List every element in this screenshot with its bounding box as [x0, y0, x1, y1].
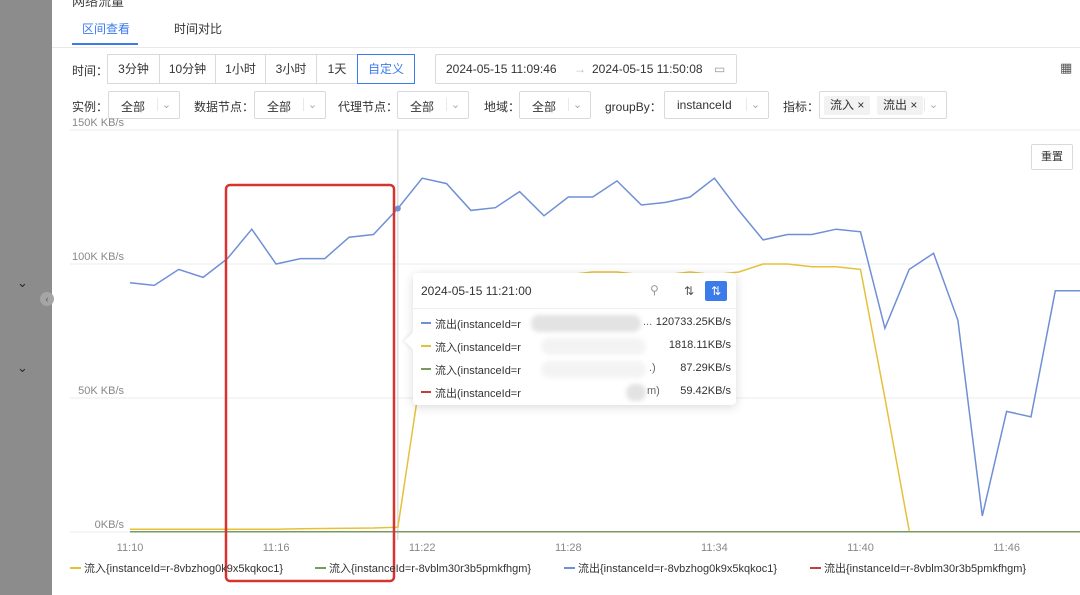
legend-swatch [564, 567, 575, 570]
redaction-blur [541, 361, 646, 378]
x-tick-label: 11:46 [993, 542, 1020, 554]
x-tick-label: 11:22 [409, 542, 436, 554]
tooltip-time: 2024-05-15 11:21:00 [421, 284, 532, 298]
y-tick-label: 150K KB/s [72, 117, 124, 129]
legend-label: 流出{instanceId=r-8vbzhog0k9x5kqkoc1} [578, 563, 778, 575]
legend-label: 流入{instanceId=r-8vblm30r3b5pmkfhgm} [329, 563, 532, 575]
highlight-box [224, 183, 396, 583]
y-tick-label: 50K KB/s [78, 385, 124, 397]
tooltip-series-value: 120733.25KB/s [655, 316, 731, 328]
legend-item[interactable]: 流入{instanceId=r-8vbzhog0k9x5kqkoc1} [70, 560, 283, 576]
hover-point [394, 205, 401, 212]
legend-label: 流出{instanceId=r-8vblm30r3b5pmkfhgm} [824, 563, 1027, 575]
tooltip-series-name: 流出(instanceId=r [435, 388, 521, 400]
search-icon[interactable]: ⚲ [650, 283, 659, 297]
redaction-blur [626, 384, 646, 401]
tooltip-header: 2024-05-15 11:21:00 ⚲ ⇅ ⇅ [413, 273, 736, 309]
x-tick-label: 11:28 [555, 542, 582, 554]
legend-item[interactable]: 流入{instanceId=r-8vblm30r3b5pmkfhgm} [315, 560, 531, 576]
legend-item[interactable]: 流出{instanceId=r-8vbzhog0k9x5kqkoc1} [564, 560, 777, 576]
sort-value-icon[interactable]: ⇅ [705, 281, 727, 301]
legend-label: 流入{instanceId=r-8vbzhog0k9x5kqkoc1} [84, 563, 284, 575]
tooltip-series-value: 59.42KB/s [680, 385, 731, 397]
y-tick-label: 100K KB/s [72, 251, 124, 263]
series-swatch [421, 368, 431, 370]
tooltip-row: 流出(instanceId=r ... 120733.25KB/s [421, 315, 731, 332]
series-swatch [421, 345, 431, 347]
tooltip-series-name: 流入(instanceId=r [435, 342, 521, 354]
legend-swatch [810, 567, 821, 570]
series-swatch [421, 322, 431, 324]
y-tick-label: 0KB/s [95, 519, 125, 531]
sort-alpha-icon[interactable]: ⇅ [679, 281, 699, 301]
tooltip-series-tail: ... [643, 316, 653, 328]
tooltip-series-name: 流入(instanceId=r [435, 365, 521, 377]
x-tick-label: 11:40 [847, 542, 874, 554]
range-custom-button[interactable]: 自定义 [357, 54, 415, 84]
tooltip-series-name: 流出(instanceId=r [435, 319, 521, 331]
tooltip-row: 流出(instanceId=r m) 59.42KB/s [421, 384, 731, 401]
tooltip-series-tail: .) [649, 362, 656, 374]
tooltip-series-tail: m) [647, 385, 660, 397]
x-tick-label: 11:16 [263, 542, 290, 554]
redaction-blur [541, 338, 646, 355]
tooltip-row: 流入(instanceId=r .) 87.29KB/s [421, 361, 731, 378]
x-tick-label: 11:10 [117, 542, 144, 554]
legend-swatch [70, 567, 81, 570]
reset-zoom-button[interactable]: 重置 [1031, 144, 1073, 170]
legend-item[interactable]: 流出{instanceId=r-8vblm30r3b5pmkfhgm} [810, 560, 1026, 576]
series-swatch [421, 391, 431, 393]
legend-swatch [315, 567, 326, 570]
tooltip-row: 流入(instanceId=r 1818.11KB/s [421, 338, 731, 355]
tooltip-series-value: 1818.11KB/s [668, 339, 731, 351]
x-tick-label: 11:34 [701, 542, 728, 554]
tooltip-series-value: 87.29KB/s [680, 362, 731, 374]
redaction-blur [531, 315, 641, 332]
chart-tooltip: 2024-05-15 11:21:00 ⚲ ⇅ ⇅ 流出(instanceId=… [413, 273, 736, 405]
